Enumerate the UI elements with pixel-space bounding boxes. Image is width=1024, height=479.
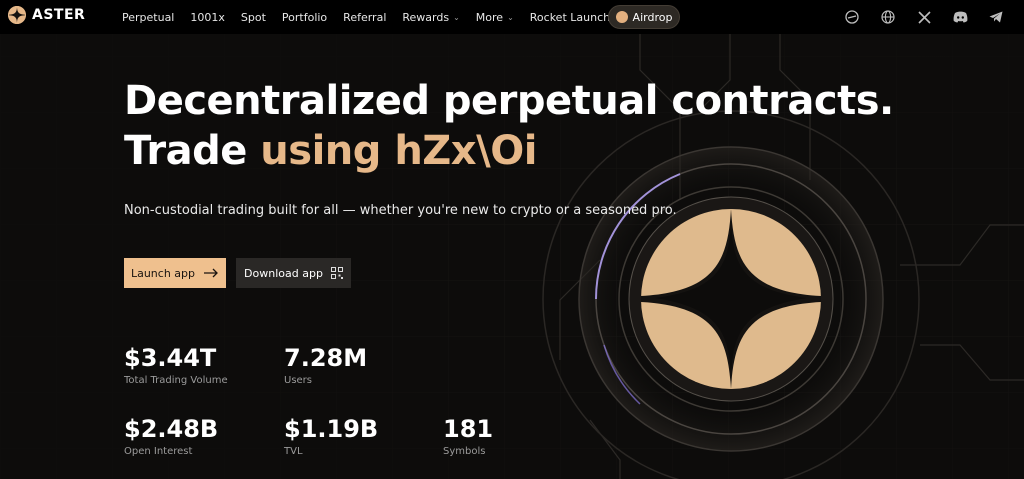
qr-code-icon [330, 267, 343, 279]
airdrop-icon [615, 11, 628, 23]
hero-subtitle: Non-custodial trading built for all — wh… [124, 203, 677, 218]
x-icon[interactable] [916, 9, 932, 25]
nav-link-spot[interactable]: Spot [241, 11, 266, 24]
download-app-button[interactable]: Download app [236, 258, 351, 288]
headline-accent: using hZx\Oi [260, 128, 537, 174]
stat-value: $3.44T [124, 344, 217, 372]
discord-icon[interactable] [952, 9, 968, 25]
chevron-down-icon: ⌄ [453, 12, 460, 22]
stat-label: Symbols [443, 446, 486, 457]
launch-app-button[interactable]: Launch app [124, 258, 226, 288]
aster-logo-art [641, 209, 821, 389]
headline-line-1: Decentralized perpetual contracts. [124, 78, 894, 124]
stat-value: 181 [443, 415, 494, 443]
nav-link-label: Perpetual [122, 10, 175, 24]
nav-link-label: Spot [240, 10, 266, 24]
stat-label: Total Trading Volume [124, 375, 228, 386]
telegram-icon[interactable] [988, 9, 1004, 25]
docs-icon[interactable] [844, 9, 860, 25]
nav-link-referral[interactable]: Referral [343, 11, 386, 24]
download-app-label: Download app [244, 266, 323, 280]
stat-label: TVL [284, 446, 303, 457]
stat-value: 7.28M [284, 344, 368, 372]
nav-link-rewards[interactable]: Rewards ⌄ [402, 11, 459, 24]
brand[interactable]: ASTER [8, 6, 85, 24]
top-navigation: ASTER Perpetual 1001x Spot Portfolio Ref… [0, 0, 1024, 34]
airdrop-label: Airdrop [632, 10, 673, 24]
arrow-right-icon [204, 268, 218, 278]
stat-value: $1.19B [284, 415, 379, 443]
nav-link-label: Rocket Launch [529, 10, 611, 24]
nav-link-label: Portfolio [281, 10, 328, 24]
stat-symbols: 181 Symbols [443, 415, 493, 457]
nav-link-label: 1001x [190, 10, 225, 24]
brand-name: ASTER [32, 7, 86, 23]
nav-links: Perpetual 1001x Spot Portfolio Referral … [122, 0, 639, 34]
social-icons [844, 0, 1004, 34]
stat-label: Users [284, 375, 313, 386]
hero-headline: Decentralized perpetual contracts. Trade… [124, 76, 894, 176]
nav-link-label: More [475, 10, 504, 24]
stat-total-trading-volume: $3.44T Total Trading Volume [124, 344, 228, 386]
aster-logo-icon [8, 6, 26, 24]
chevron-down-icon: ⌄ [507, 12, 514, 22]
launch-app-label: Launch app [130, 266, 196, 280]
nav-link-label: Referral [343, 10, 387, 24]
headline-prefix: Trade [124, 128, 261, 174]
globe-icon[interactable] [880, 9, 896, 25]
nav-link-1001x[interactable]: 1001x [190, 11, 225, 24]
nav-link-label: Rewards [402, 10, 450, 24]
stat-tvl: $1.19B TVL [284, 415, 378, 457]
airdrop-button[interactable]: Airdrop [608, 5, 680, 29]
stat-open-interest: $2.48B Open Interest [124, 415, 218, 457]
headline-line-2: Trade using hZx\Oi [124, 126, 894, 176]
stat-users: 7.28M Users [284, 344, 367, 386]
nav-link-perpetual[interactable]: Perpetual [122, 11, 174, 24]
stat-label: Open Interest [124, 446, 193, 457]
stat-value: $2.48B [124, 415, 219, 443]
nav-link-portfolio[interactable]: Portfolio [282, 11, 327, 24]
nav-link-more[interactable]: More ⌄ [476, 11, 514, 24]
